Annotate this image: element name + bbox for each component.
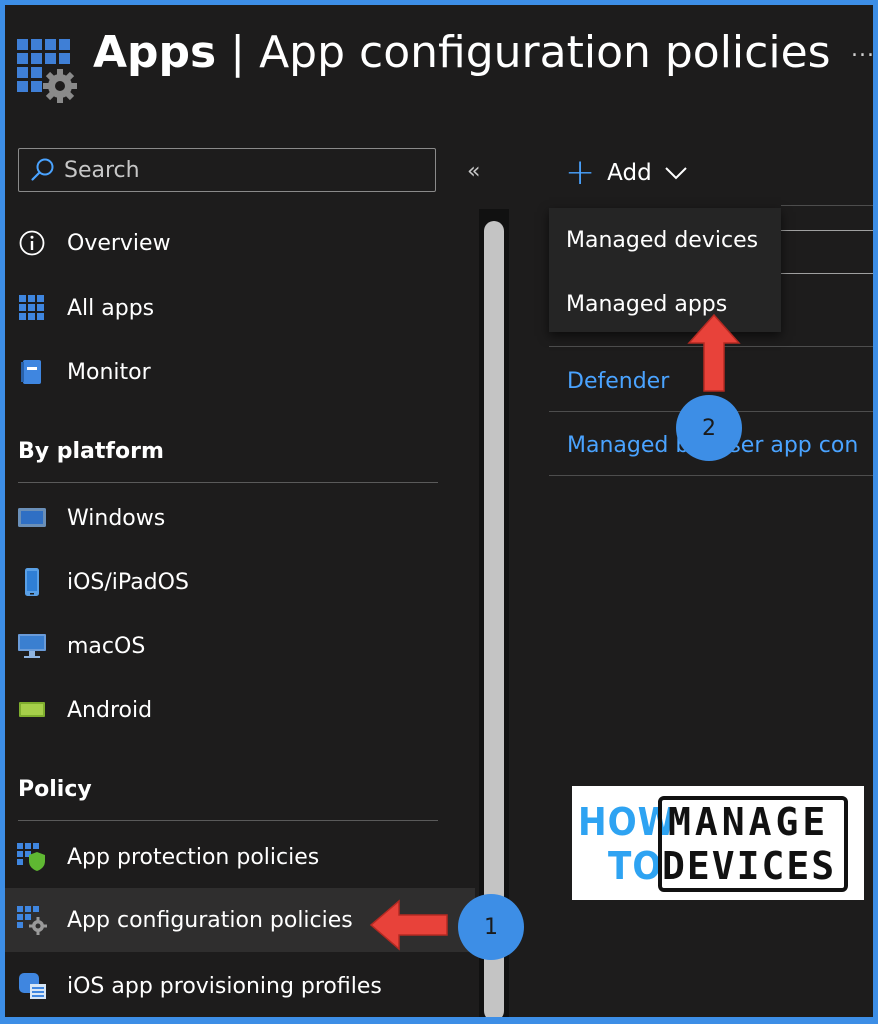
annotation-arrow-left (369, 899, 448, 951)
annotation-badge-2: 2 (676, 395, 742, 461)
more-options-button[interactable]: ... (851, 37, 873, 62)
page-title-page: App configuration policies (259, 27, 831, 78)
annotation-arrow-up (687, 313, 741, 392)
collapse-sidebar-button[interactable]: « (467, 159, 480, 184)
column-header-divider (781, 230, 873, 231)
watermark-to: TO (608, 844, 663, 888)
add-dropdown-menu: Managed devices Managed apps (549, 208, 781, 332)
sidebar-item-label: App protection policies (67, 844, 320, 870)
sidebar-item-ios-app-provisioning-profiles[interactable]: iOS app provisioning profiles (5, 956, 475, 1016)
sidebar-item-label: All apps (67, 295, 155, 321)
sidebar-item-monitor[interactable]: Monitor (5, 342, 475, 402)
howtomanagedevices-watermark-logo: HOW TO MANAGE DEVICES (572, 786, 864, 900)
portal-window: Apps | App configuration policies ... « … (5, 5, 873, 1017)
android-device-icon (17, 695, 47, 725)
search-box[interactable] (18, 148, 436, 192)
section-heading-by-platform: By platform (18, 439, 164, 464)
windows-device-icon (17, 503, 47, 533)
page-title-app: Apps (93, 27, 217, 78)
sidebar-item-label: macOS (67, 633, 146, 659)
grid-shield-icon (17, 842, 47, 872)
page-title: Apps | App configuration policies (93, 27, 831, 78)
sidebar-item-android[interactable]: Android (5, 680, 475, 740)
annotation-badge-1: 1 (458, 894, 524, 960)
sidebar-item-macos[interactable]: macOS (5, 616, 475, 676)
grid-gear-icon (17, 905, 47, 935)
section-divider (18, 820, 438, 821)
sidebar-item-label: Overview (67, 230, 171, 256)
sidebar-item-windows[interactable]: Windows (5, 488, 475, 548)
sidebar-item-ios-ipados[interactable]: iOS/iPadOS (5, 552, 475, 612)
section-heading-policy: Policy (18, 777, 92, 802)
list-divider (781, 273, 873, 274)
policy-link-defender[interactable]: Defender (567, 369, 669, 394)
search-input[interactable] (64, 157, 404, 183)
sidebar-item-label: Windows (67, 505, 166, 531)
add-button[interactable]: + Add (565, 153, 688, 193)
sidebar-item-label: iOS app provisioning profiles (67, 973, 382, 999)
menu-item-managed-devices[interactable]: Managed devices (566, 228, 758, 253)
sidebar-item-overview[interactable]: Overview (5, 213, 475, 273)
apps-gear-icon (17, 39, 77, 103)
monitor-book-icon (17, 357, 47, 387)
page-title-separator: | (230, 27, 246, 78)
section-divider (18, 482, 438, 483)
grid-icon (17, 293, 47, 323)
sidebar-item-label: Monitor (67, 359, 151, 385)
chevron-down-icon (664, 167, 687, 180)
sidebar-item-label: Android (67, 697, 153, 723)
watermark-devices: DEVICES (662, 844, 837, 888)
phone-icon (17, 567, 47, 597)
add-button-label: Add (607, 160, 652, 186)
sidebar-item-label: App configuration policies (67, 907, 353, 933)
sidebar-item-label: iOS/iPadOS (67, 569, 189, 595)
list-divider (781, 205, 873, 206)
sidebar-item-all-apps[interactable]: All apps (5, 278, 475, 338)
desktop-icon (17, 631, 47, 661)
info-icon (17, 228, 47, 258)
watermark-manage: MANAGE (668, 800, 830, 844)
plus-icon: + (565, 152, 596, 193)
profile-icon (17, 971, 47, 1001)
list-divider (549, 475, 873, 476)
sidebar-item-app-protection-policies[interactable]: App protection policies (5, 827, 475, 887)
search-icon (31, 158, 54, 181)
